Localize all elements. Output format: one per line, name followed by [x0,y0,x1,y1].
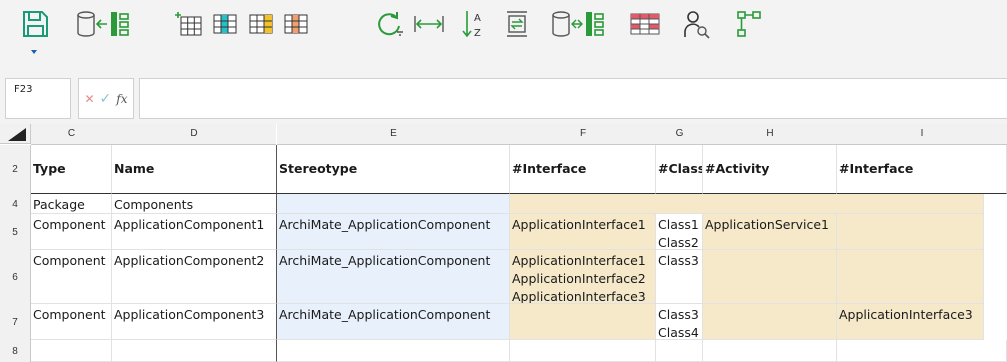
table-cell[interactable]: Class1 Class2 [656,214,703,250]
table-cell[interactable] [703,340,837,362]
save-dropdown-icon[interactable] [31,50,37,54]
table-cell[interactable]: Component [31,250,112,304]
table-cell[interactable]: Class3 Class4 [656,304,703,340]
table-cell[interactable] [703,250,837,304]
ribbon-toolbar: A Z [0,0,1007,74]
table-cell[interactable] [703,304,837,340]
table-cell[interactable]: Package [31,194,112,214]
formula-bar: F23 ✕ ✓ fx [0,74,1007,124]
sort-az-icon[interactable]: A Z [459,6,489,42]
table-cell[interactable]: ArchiMate_ApplicationComponent [277,304,510,340]
table-cell[interactable] [510,304,656,340]
table-cell[interactable] [510,340,656,362]
formula-buttons: ✕ ✓ fx [78,78,134,119]
table-cell[interactable] [510,194,984,214]
table-cell[interactable]: Component [31,214,112,250]
table-cell[interactable] [837,250,984,304]
column-header-i[interactable]: I [837,124,1007,145]
database-link-icon[interactable] [74,6,132,42]
column-header-g[interactable]: G [656,124,703,145]
header-cell-interface[interactable]: #Interface [510,145,656,194]
row-header-6[interactable]: 6 [0,250,31,304]
column-header-e[interactable]: E [277,124,510,145]
column-yellow-icon[interactable] [247,6,275,42]
table-cell[interactable] [837,214,984,250]
table-view-icon[interactable] [628,6,662,42]
header-cell-type[interactable]: Type [31,145,112,194]
refresh-icon[interactable] [374,6,406,42]
table-cell[interactable]: ApplicationComponent2 [112,250,277,304]
table-cell[interactable] [277,194,510,214]
table-cell[interactable]: Components [112,194,277,214]
table-cell[interactable]: Class3 [656,250,703,304]
table-cell[interactable]: Component [31,304,112,340]
header-cell-stereotype[interactable]: Stereotype [277,145,510,194]
table-cell[interactable]: ApplicationService1 [703,214,837,250]
database-sync-icon[interactable] [549,6,607,42]
table-cell[interactable]: ApplicationInterface1 [510,214,656,250]
fx-icon[interactable]: fx [116,92,127,106]
table-cell[interactable] [112,340,277,362]
fit-width-icon[interactable] [412,6,446,42]
header-cell-class[interactable]: #Class [656,145,703,194]
header-cell-name[interactable]: Name [112,145,277,194]
column-header-c[interactable]: C [31,124,112,145]
row-header-2[interactable]: 2 [0,145,31,194]
select-all-corner[interactable] [0,124,31,144]
column-cyan-icon[interactable] [211,6,239,42]
confirm-icon[interactable]: ✓ [100,91,112,107]
table-cell[interactable]: ApplicationInterface1 ApplicationInterfa… [510,250,656,304]
table-cell[interactable]: ArchiMate_ApplicationComponent [277,214,510,250]
table-cell[interactable] [837,340,1007,362]
name-box[interactable]: F23 [5,78,71,119]
table-cell[interactable] [656,340,703,362]
cancel-icon[interactable]: ✕ [84,92,94,106]
hierarchy-icon[interactable] [735,6,763,42]
column-header-d[interactable]: D [112,124,276,145]
user-search-icon[interactable] [682,6,712,42]
table-cell[interactable]: ApplicationInterface3 [837,304,984,340]
row-header-7[interactable]: 7 [0,304,31,340]
table-cell[interactable]: ArchiMate_ApplicationComponent [277,250,510,304]
svg-text:Z: Z [474,28,481,39]
table-cell[interactable]: ApplicationComponent3 [112,304,277,340]
table-cell[interactable] [31,340,112,362]
column-header-f[interactable]: F [510,124,656,145]
save-icon[interactable] [18,6,52,42]
row-header-5[interactable]: 5 [0,214,31,250]
row-header-8[interactable]: 8 [0,340,31,362]
table-cell[interactable]: ApplicationComponent1 [112,214,277,250]
header-cell-activity[interactable]: #Activity [703,145,837,194]
svg-text:A: A [474,13,481,24]
table-cell[interactable] [277,340,510,362]
formula-input[interactable] [139,78,1007,119]
insert-table-icon[interactable] [174,6,204,42]
row-header-4[interactable]: 4 [0,194,31,214]
export-icon[interactable] [503,6,531,42]
header-cell-interface-2[interactable]: #Interface [837,145,1007,194]
column-header-h[interactable]: H [703,124,837,145]
spreadsheet-grid: C D E F G H I 2 4 5 6 7 8 Type Name Ster… [0,124,1007,362]
column-orange-icon[interactable] [282,6,310,42]
